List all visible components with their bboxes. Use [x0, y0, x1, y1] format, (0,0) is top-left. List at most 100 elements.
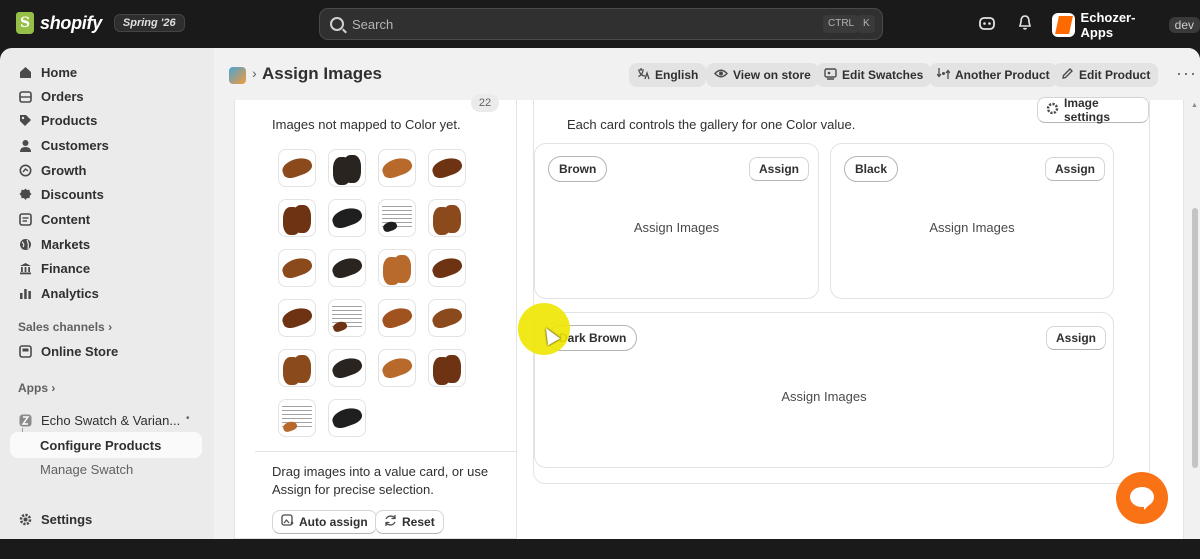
language-button[interactable]: English: [629, 63, 707, 87]
another-product-label: Another Product: [955, 68, 1050, 82]
language-label: English: [655, 68, 699, 82]
chevron-right-icon: ›: [108, 320, 113, 334]
image-thumbnail[interactable]: [428, 199, 466, 237]
store-name: Echozer-Apps: [1080, 10, 1136, 40]
image-thumbnail[interactable]: [278, 199, 316, 237]
eye-icon: [714, 67, 728, 83]
image-thumbnail[interactable]: [428, 249, 466, 287]
value-pill: Brown: [548, 156, 608, 182]
image-thumbnail[interactable]: [278, 349, 316, 387]
image-thumbnail[interactable]: [328, 299, 366, 337]
image-thumbnail[interactable]: [378, 299, 416, 337]
sidebar-item-growth[interactable]: Growth: [10, 158, 202, 182]
image-thumbnail[interactable]: [328, 199, 366, 237]
tag-icon: [18, 113, 32, 127]
image-thumbnail[interactable]: [428, 349, 466, 387]
gallery-card: Each card controls the gallery for one C…: [533, 96, 1150, 484]
sidebar-item-finance[interactable]: Finance: [10, 256, 202, 280]
sidebar-item-discounts[interactable]: Discounts: [10, 182, 202, 206]
reset-button[interactable]: Reset: [375, 510, 444, 534]
store-switcher[interactable]: Echozer-Apps dev: [1052, 10, 1200, 40]
assign-button[interactable]: Assign: [749, 157, 810, 181]
image-thumbnail[interactable]: [428, 149, 466, 187]
another-product-button[interactable]: Another Product: [929, 63, 1058, 87]
image-thumbnail[interactable]: [378, 249, 416, 287]
sidebar-item-label: Home: [41, 64, 78, 80]
image-thumbnail[interactable]: [328, 399, 366, 437]
release-badge: Spring '26: [113, 14, 185, 32]
image-thumbnail[interactable]: [378, 149, 416, 187]
image-thumbnail[interactable]: [378, 349, 416, 387]
sidebar-item-app[interactable]: Echo Swatch & Varian... •: [10, 408, 202, 432]
image-thumbnail[interactable]: [428, 299, 466, 337]
edit-product-button[interactable]: Edit Product: [1053, 63, 1159, 87]
auto-assign-button[interactable]: Auto assign: [272, 510, 377, 534]
more-actions-icon[interactable]: ···: [1176, 63, 1197, 84]
app-logo-icon[interactable]: [229, 67, 246, 84]
sales-channels-heading[interactable]: Sales channels ›: [18, 320, 112, 334]
sidekick-icon[interactable]: [978, 14, 996, 32]
assign-button[interactable]: Assign: [1046, 326, 1107, 350]
sidebar-item-home[interactable]: Home: [10, 60, 202, 84]
store-icon: [18, 344, 32, 358]
gear-icon: [18, 512, 32, 526]
unassigned-images-panel: 22 Images not mapped to Color yet. Drag …: [234, 94, 518, 539]
growth-icon: [18, 163, 32, 177]
swatch-icon: [824, 67, 837, 83]
image-thumbnail[interactable]: [328, 349, 366, 387]
scroll-thumb[interactable]: [1192, 208, 1198, 468]
chat-support-icon[interactable]: [1116, 472, 1168, 524]
sidebar-item-label: Products: [41, 112, 98, 128]
shortcut-ctrl: CTRL: [823, 15, 860, 33]
sidebar-item-products[interactable]: Products: [10, 108, 202, 132]
value-card-black[interactable]: Black Assign Assign Images: [830, 143, 1114, 299]
search-bar[interactable]: Search CTRL K: [319, 8, 883, 40]
sidebar-item-configure-products[interactable]: Configure Products: [10, 432, 202, 458]
image-thumbnail[interactable]: [278, 299, 316, 337]
sidebar-item-orders[interactable]: Orders: [10, 84, 202, 108]
unassigned-description: Images not mapped to Color yet.: [272, 117, 461, 132]
edit-swatches-label: Edit Swatches: [842, 68, 924, 82]
brand-name: shopify: [40, 12, 102, 33]
image-thumbnail[interactable]: [378, 199, 416, 237]
value-card-brown[interactable]: Brown Assign Assign Images: [534, 143, 819, 299]
reset-label: Reset: [402, 515, 435, 529]
auto-assign-label: Auto assign: [299, 515, 368, 529]
sidebar-item-settings[interactable]: Settings: [10, 507, 202, 531]
image-thumbnail[interactable]: [278, 149, 316, 187]
apps-heading[interactable]: Apps ›: [18, 381, 55, 395]
discount-icon: [18, 187, 32, 201]
sidebar-item-online-store[interactable]: Online Store: [10, 339, 202, 363]
shopify-logo[interactable]: shopify Spring '26: [16, 12, 185, 34]
app-icon: [18, 413, 32, 427]
sidebar-item-manage-swatch[interactable]: Manage Swatch: [10, 456, 202, 482]
chart-icon: [18, 286, 32, 300]
view-on-store-button[interactable]: View on store: [706, 63, 819, 87]
sidebar-item-analytics[interactable]: Analytics: [10, 281, 202, 305]
image-thumbnail[interactable]: [328, 149, 366, 187]
sidebar-item-customers[interactable]: Customers: [10, 133, 202, 157]
bottom-bar: [0, 539, 1200, 559]
sidebar-item-content[interactable]: Content: [10, 207, 202, 231]
chevron-right-icon: ›: [51, 381, 56, 395]
search-icon: [330, 17, 344, 31]
image-thumbnail[interactable]: [328, 249, 366, 287]
assign-button[interactable]: Assign: [1045, 157, 1106, 181]
view-on-store-label: View on store: [733, 68, 811, 82]
home-icon: [18, 65, 32, 79]
content-icon: [18, 212, 32, 226]
bell-icon[interactable]: [1016, 14, 1034, 32]
page-header: › Assign Images English View on store Ed…: [214, 48, 1200, 100]
value-card-dark-brown[interactable]: Dark Brown Assign Assign Images: [534, 312, 1114, 468]
edit-swatches-button[interactable]: Edit Swatches: [816, 63, 932, 87]
image-settings-button[interactable]: Image settings: [1037, 96, 1149, 124]
scroll-up-arrow-icon[interactable]: ▲: [1191, 102, 1198, 109]
divider: [255, 451, 518, 452]
image-thumbnail[interactable]: [278, 249, 316, 287]
sidebar-item-label: Content: [41, 211, 91, 227]
sidebar-item-markets[interactable]: Markets: [10, 232, 202, 256]
globe-icon: [18, 237, 32, 251]
content-area: 22 Images not mapped to Color yet. Drag …: [234, 94, 1184, 539]
image-thumbnail[interactable]: [278, 399, 316, 437]
page-scrollbar[interactable]: ▲: [1190, 100, 1200, 539]
